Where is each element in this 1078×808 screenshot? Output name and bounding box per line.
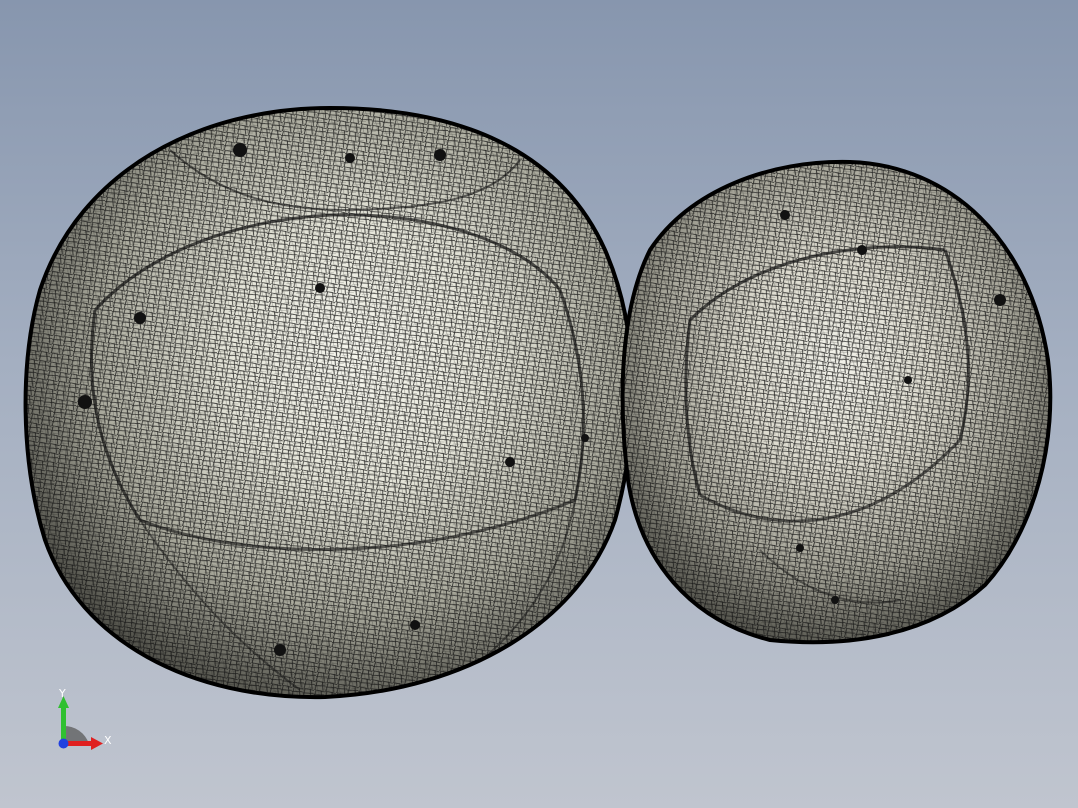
y-axis-label: Y (58, 687, 66, 700)
model-scene[interactable] (0, 0, 1078, 808)
small-sphere-mesh[interactable] (600, 140, 1078, 670)
large-sphere-mesh[interactable] (0, 80, 660, 720)
x-axis-label: X (104, 734, 112, 747)
z-axis-dot-icon (58, 738, 69, 749)
coordinate-triad: Y X (48, 686, 118, 756)
3d-viewport[interactable]: Y X (0, 0, 1078, 808)
